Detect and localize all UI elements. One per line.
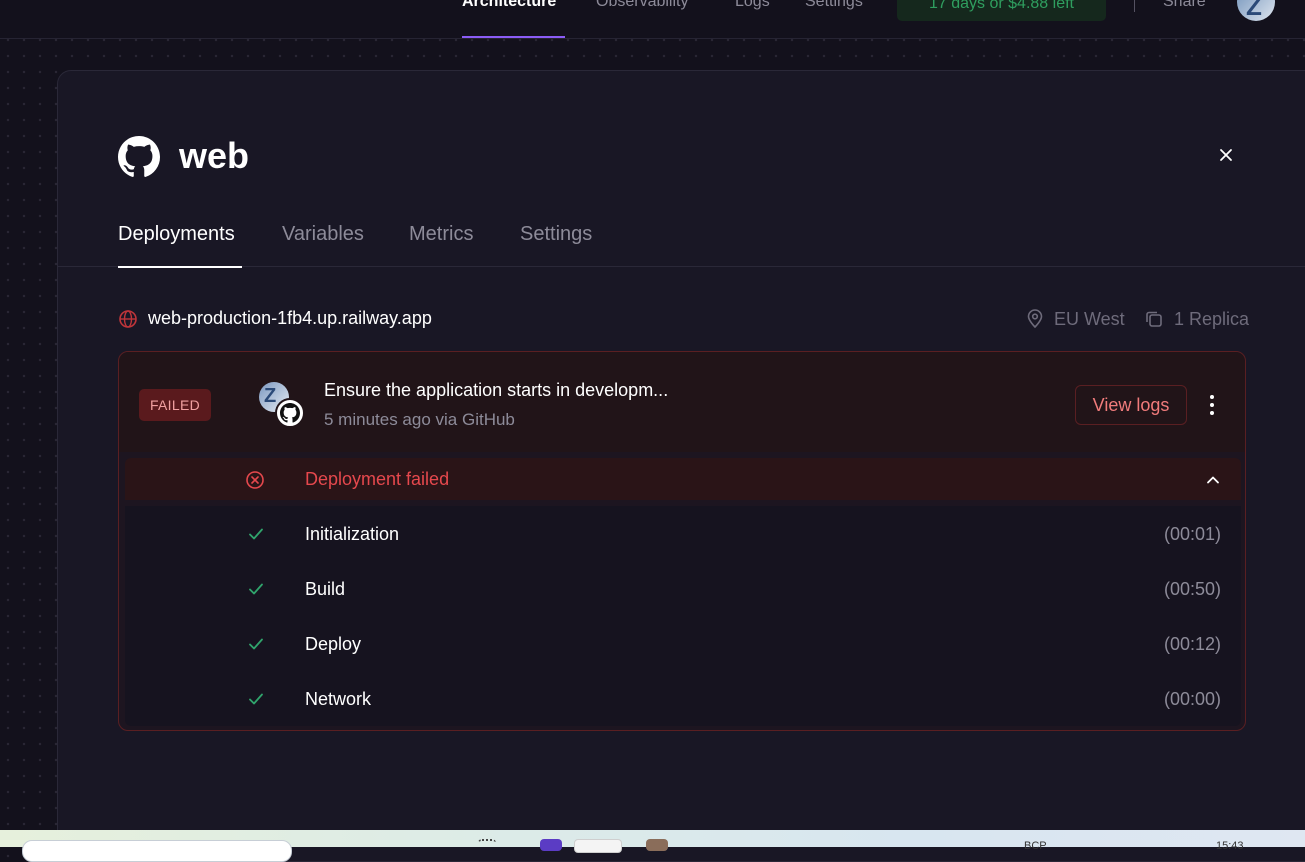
check-icon: [249, 583, 263, 595]
close-icon[interactable]: [1218, 147, 1234, 163]
map-pin-icon: [1027, 309, 1043, 329]
github-avatar: [275, 398, 305, 428]
view-logs-button[interactable]: View logs: [1075, 385, 1187, 425]
github-icon: [118, 136, 160, 177]
check-icon: [249, 693, 263, 705]
app-icon[interactable]: [574, 839, 622, 853]
tab-metrics[interactable]: Metrics: [409, 223, 473, 246]
active-tab-indicator: [462, 36, 565, 38]
tray-text: BCP: [1024, 840, 1047, 852]
tab-settings[interactable]: Settings: [520, 223, 592, 246]
replica-label: 1 Replica: [1174, 308, 1250, 329]
github-icon: [280, 403, 300, 423]
tab-variables[interactable]: Variables: [282, 223, 364, 246]
chevron-up-icon[interactable]: [1205, 472, 1221, 488]
tab-deployments[interactable]: Deployments: [118, 223, 235, 246]
top-navigation: Architecture Observability Logs Settings…: [0, 0, 1305, 39]
step-network: Network (00:00): [125, 671, 1241, 726]
replica-indicator: 1 Replica: [1144, 307, 1249, 331]
region-indicator: EU West: [1026, 307, 1125, 331]
deployment-failed-row[interactable]: Deployment failed: [125, 458, 1241, 500]
step-label: Network: [305, 689, 372, 709]
nav-tab-architecture[interactable]: Architecture: [462, 0, 556, 11]
trial-status-badge[interactable]: 17 days or $4.88 left: [897, 0, 1106, 21]
step-duration: (00:50): [1163, 579, 1221, 599]
avatar-letter: Z: [1246, 0, 1262, 21]
nav-tab-logs[interactable]: Logs: [735, 0, 770, 11]
status-badge: FAILED: [139, 389, 211, 421]
step-duration: (00:01): [1163, 524, 1221, 544]
taskbar-clock: 15:43: [1216, 840, 1244, 852]
deployment-steps-list: Initialization (00:01) Build (00:50) Dep…: [125, 506, 1241, 726]
step-deploy: Deploy (00:12): [125, 616, 1241, 671]
step-label: Initialization: [305, 524, 400, 544]
nav-tab-settings[interactable]: Settings: [805, 0, 863, 11]
user-avatar[interactable]: Z: [1237, 0, 1275, 21]
deployment-card[interactable]: FAILED Z Ensure the application starts i…: [118, 351, 1246, 731]
commit-message[interactable]: Ensure the application starts in develop…: [324, 380, 668, 401]
nav-tab-observability[interactable]: Observability: [596, 0, 688, 11]
domain-row: web-production-1fb4.up.railway.app EU We…: [118, 307, 1249, 331]
check-icon: [249, 638, 263, 650]
deployment-meta: 5 minutes ago via GitHub: [324, 410, 515, 429]
service-domain-link[interactable]: web-production-1fb4.up.railway.app: [148, 308, 432, 329]
more-options-icon[interactable]: [1204, 393, 1220, 417]
share-button[interactable]: Share: [1163, 0, 1206, 11]
app-icon[interactable]: [540, 839, 562, 851]
taskbar-search-box[interactable]: [22, 840, 292, 862]
step-label: Deploy: [305, 634, 362, 654]
service-title: web: [179, 135, 250, 176]
app-icon[interactable]: [646, 839, 668, 851]
step-label: Build: [305, 579, 346, 599]
step-build: Build (00:50): [125, 561, 1241, 616]
nav-divider: [1134, 0, 1135, 12]
copy-icon: [1146, 311, 1162, 327]
os-taskbar: BCP 15:43: [0, 830, 1305, 862]
avatar-letter: Z: [264, 385, 277, 407]
active-tab-underline: [118, 266, 242, 268]
task-view-icon[interactable]: [478, 839, 496, 853]
deployment-failed-label: Deployment failed: [305, 469, 450, 489]
region-label: EU West: [1054, 308, 1125, 329]
step-duration: (00:00): [1163, 689, 1221, 709]
error-circle-icon: [246, 471, 264, 489]
deployment-header: FAILED Z Ensure the application starts i…: [119, 352, 1245, 452]
tabs-divider: [58, 266, 1305, 267]
commit-author-avatars: Z: [259, 382, 305, 428]
step-initialization: Initialization (00:01): [125, 506, 1241, 561]
service-panel: web Deployments Variables Metrics Settin…: [57, 70, 1305, 862]
check-icon: [249, 528, 263, 540]
step-duration: (00:12): [1163, 634, 1221, 654]
globe-icon: [119, 310, 137, 328]
